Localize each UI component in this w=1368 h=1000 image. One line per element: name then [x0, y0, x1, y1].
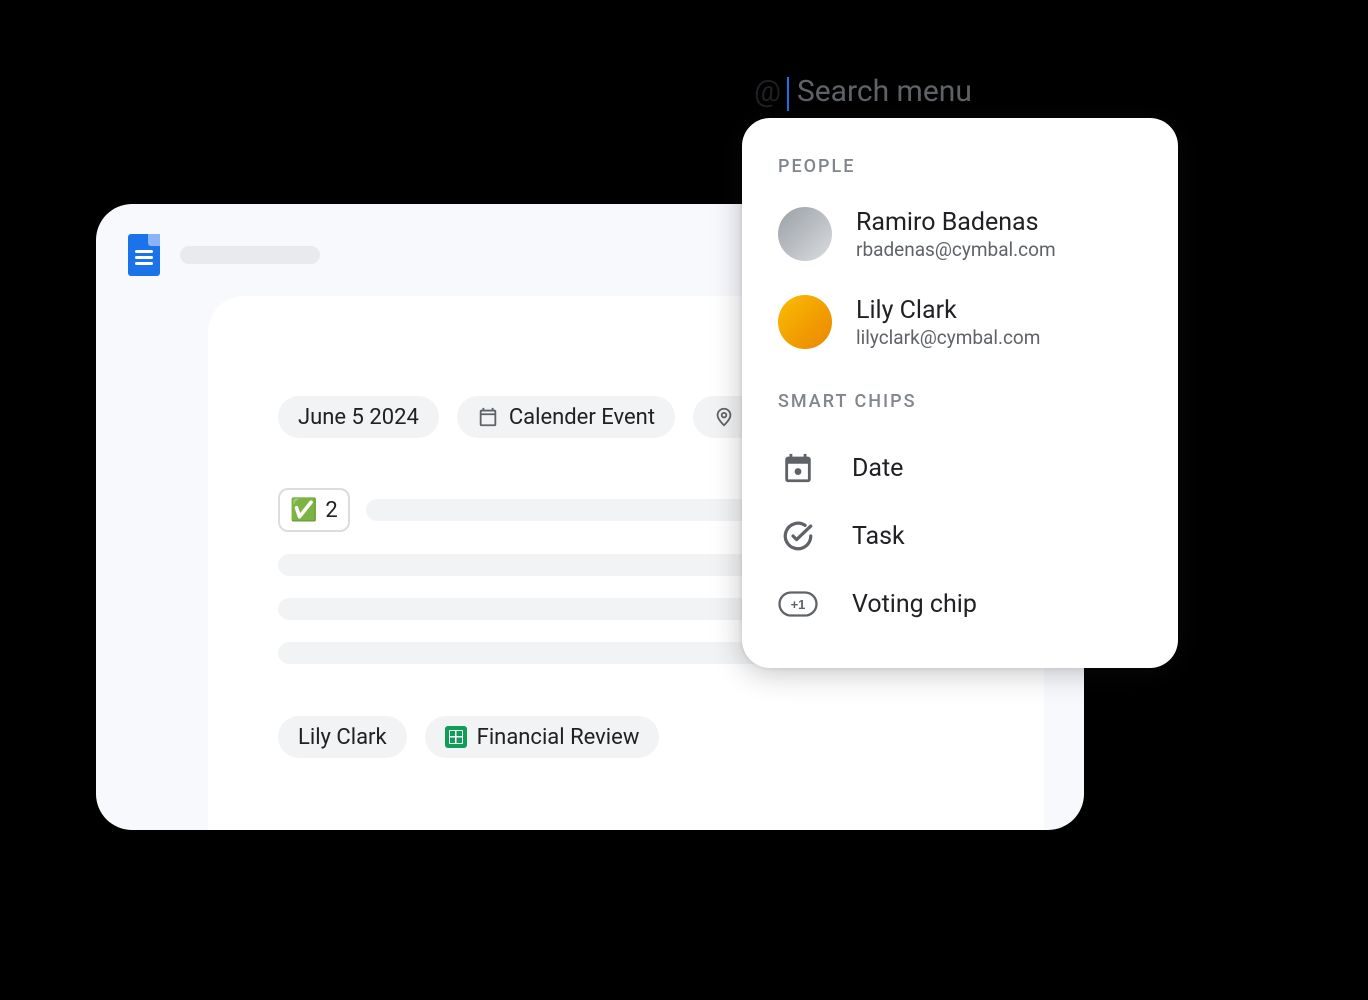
- person-name: Lily Clark: [856, 296, 1040, 326]
- calendar-icon: [477, 406, 499, 428]
- sheets-chip-label: Financial Review: [477, 725, 640, 750]
- person-email: lilyclark@cymbal.com: [856, 326, 1040, 349]
- at-symbol: @: [754, 74, 781, 109]
- smart-chip-label: Date: [852, 454, 903, 483]
- person-email: rbadenas@cymbal.com: [856, 238, 1056, 261]
- search-placeholder-text: Search menu: [797, 74, 972, 109]
- person-name: Ramiro Badenas: [856, 208, 1056, 238]
- plus-one-icon: +1: [778, 584, 818, 624]
- calendar-today-icon: [778, 448, 818, 488]
- text-cursor: [787, 77, 789, 111]
- people-list: Ramiro Badenas rbadenas@cymbal.com Lily …: [742, 199, 1178, 357]
- vote-count-label: 2: [325, 498, 337, 523]
- smart-chip-voting[interactable]: +1 Voting chip: [742, 570, 1178, 638]
- avatar: [778, 295, 832, 349]
- smart-chip-date[interactable]: Date: [742, 434, 1178, 502]
- date-chip-label: June 5 2024: [298, 405, 419, 430]
- mention-popover: PEOPLE Ramiro Badenas rbadenas@cymbal.co…: [742, 118, 1178, 668]
- doc-title-placeholder: [180, 246, 320, 264]
- at-mention-trigger[interactable]: @ Search menu: [754, 74, 972, 109]
- smart-chip-label: Voting chip: [852, 590, 977, 619]
- people-section-label: PEOPLE: [742, 156, 1178, 177]
- vote-chip[interactable]: ✅ 2: [278, 488, 350, 532]
- svg-text:+1: +1: [791, 597, 806, 612]
- person-suggestion[interactable]: Ramiro Badenas rbadenas@cymbal.com: [742, 199, 1178, 269]
- person-chip[interactable]: Lily Clark: [278, 716, 407, 758]
- event-chip-label: Calender Event: [509, 405, 655, 430]
- person-suggestion[interactable]: Lily Clark lilyclark@cymbal.com: [742, 287, 1178, 357]
- sheets-chip[interactable]: Financial Review: [425, 716, 660, 758]
- date-chip[interactable]: June 5 2024: [278, 396, 439, 438]
- smart-chips-section-label: SMART CHIPS: [742, 391, 1178, 412]
- smart-chip-label: Task: [852, 522, 905, 551]
- checkmark-icon: ✅: [290, 498, 317, 523]
- smart-chip-task[interactable]: Task: [742, 502, 1178, 570]
- avatar: [778, 207, 832, 261]
- task-check-icon: [778, 516, 818, 556]
- google-docs-icon: [128, 234, 160, 276]
- google-sheets-icon: [445, 726, 467, 748]
- event-chip[interactable]: Calender Event: [457, 396, 675, 438]
- person-chip-label: Lily Clark: [298, 725, 387, 750]
- location-pin-icon: [713, 406, 735, 428]
- docs-header: [128, 234, 320, 276]
- chip-row-bottom: Lily Clark Financial Review: [278, 716, 974, 758]
